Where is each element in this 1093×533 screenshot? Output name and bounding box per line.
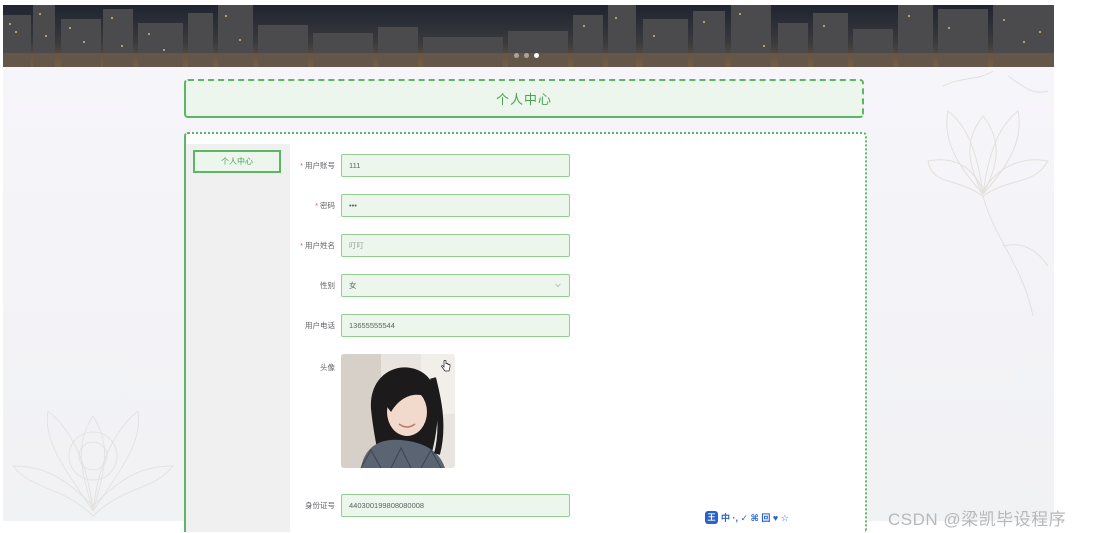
password-label: 密码 bbox=[320, 201, 335, 210]
field-label: * 用户账号 bbox=[286, 160, 341, 171]
csdn-watermark: CSDN @梁凯毕设程序 bbox=[888, 510, 1067, 529]
sidebar: 个人中心 bbox=[186, 144, 290, 532]
carousel-dot[interactable] bbox=[514, 53, 519, 58]
floral-decoration-right bbox=[927, 70, 1049, 317]
form-row-name: * 用户姓名 叮叮 bbox=[286, 234, 570, 257]
input-method-toolbar[interactable]: 王 中 ·, ✓ ⌘ 回 ♥ ☆ bbox=[705, 510, 789, 524]
account-input[interactable]: 111 bbox=[341, 154, 570, 177]
required-marker: * bbox=[300, 241, 303, 250]
gender-label: 性别 bbox=[320, 281, 335, 290]
page: 个人中心 个人中心 * 用户账号 111 * 密码 ••• * 用户姓名 叮叮 性别 … bbox=[0, 0, 1093, 533]
carousel-dot[interactable] bbox=[524, 53, 529, 58]
name-label: 用户姓名 bbox=[305, 241, 335, 250]
sidebar-item-personal-center[interactable]: 个人中心 bbox=[193, 150, 281, 173]
idcard-label: 身份证号 bbox=[305, 501, 335, 510]
profile-panel: 个人中心 * 用户账号 111 * 密码 ••• * 用户姓名 叮叮 性别 女 用户电… bbox=[184, 132, 867, 532]
floral-decoration-left bbox=[11, 410, 175, 517]
ime-badge-icon[interactable]: 王 bbox=[705, 510, 718, 524]
account-label: 用户账号 bbox=[305, 161, 335, 170]
form-row-password: * 密码 ••• bbox=[286, 194, 570, 217]
password-input[interactable]: ••• bbox=[341, 194, 570, 217]
field-label: * 用户姓名 bbox=[286, 240, 341, 251]
gender-selected-value: 女 bbox=[349, 281, 357, 290]
carousel-indicators bbox=[514, 53, 539, 58]
gender-select[interactable]: 女 bbox=[341, 274, 570, 297]
phone-input[interactable]: 13655555544 bbox=[341, 314, 570, 337]
avatar-upload[interactable] bbox=[341, 354, 455, 468]
form-row-account: * 用户账号 111 bbox=[286, 154, 570, 177]
avatar-label: 头像 bbox=[320, 363, 335, 372]
idcard-input[interactable]: 440300199808080008 bbox=[341, 494, 570, 517]
field-label: * 密码 bbox=[286, 200, 341, 211]
required-marker: * bbox=[300, 161, 303, 170]
carousel-dot-active[interactable] bbox=[534, 53, 539, 58]
chevron-down-icon bbox=[555, 283, 561, 288]
avatar-image bbox=[341, 354, 455, 468]
page-title: 个人中心 bbox=[495, 92, 552, 107]
hand-cursor-icon bbox=[441, 360, 451, 372]
form-row-phone: 用户电话 13655555544 bbox=[286, 314, 570, 337]
required-marker: * bbox=[315, 201, 318, 210]
phone-label: 用户电话 bbox=[305, 321, 335, 330]
page-title-bar: 个人中心 bbox=[184, 79, 864, 118]
form-row-avatar: 头像 bbox=[286, 354, 455, 468]
form-row-idcard: 身份证号 440300199808080008 bbox=[286, 494, 570, 517]
banner-carousel[interactable] bbox=[3, 5, 1054, 67]
form-row-gender: 性别 女 bbox=[286, 274, 570, 297]
ime-toolbar-glyphs[interactable]: 中 ·, ✓ ⌘ 回 ♥ ☆ bbox=[721, 511, 789, 524]
name-input[interactable]: 叮叮 bbox=[341, 234, 570, 257]
